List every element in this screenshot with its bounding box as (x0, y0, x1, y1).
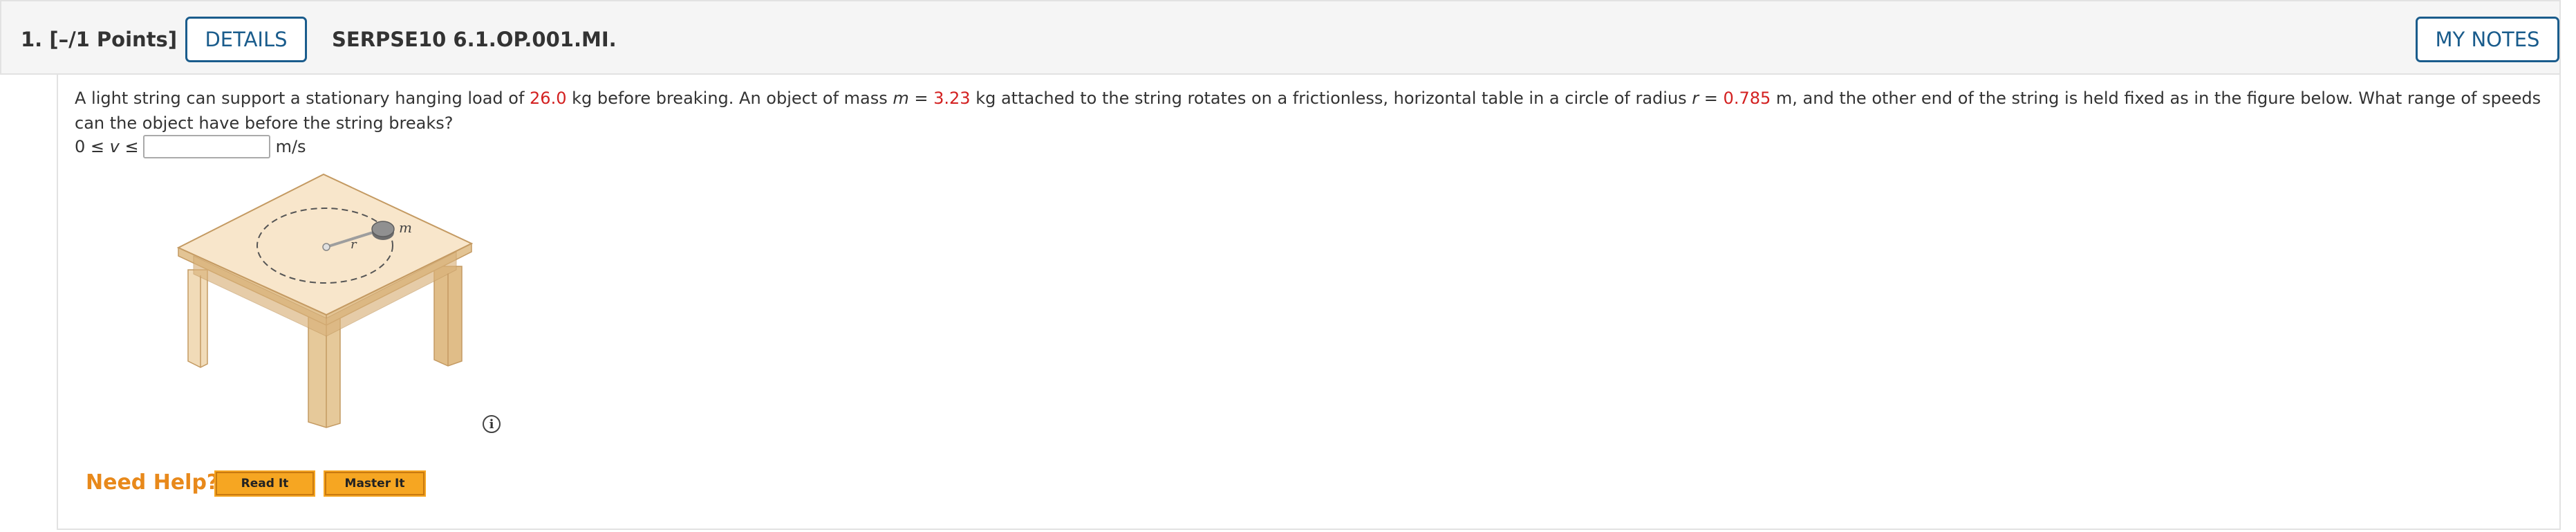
my-notes-button[interactable]: MY NOTES (2416, 17, 2559, 62)
question-number-text: 1. (21, 28, 43, 51)
points-label: [–/1 Points] (49, 28, 178, 51)
radius-symbol: r (1692, 89, 1699, 108)
read-it-button[interactable]: Read It (214, 470, 315, 497)
mass-label: m (399, 219, 412, 236)
question-text-part: = (1699, 89, 1724, 108)
speed-symbol: v (109, 137, 120, 156)
details-button[interactable]: DETAILS (185, 17, 307, 62)
answer-prefix: 0 ≤ (75, 137, 110, 156)
question-text-part: = (908, 89, 934, 108)
info-icon[interactable]: i (483, 415, 501, 433)
unit-label: m/s (275, 137, 306, 156)
table-figure: m r (176, 173, 474, 428)
radius-value: 0.785 (1723, 89, 1771, 108)
question-code: SERPSE10 6.1.OP.001.MI. (332, 28, 617, 51)
answer-row: 0 ≤ v ≤ m/s (75, 135, 306, 158)
mass-symbol: m (893, 89, 909, 108)
question-text-part: A light string can support a stationary … (75, 89, 530, 108)
radius-label: r (351, 237, 357, 252)
question-number: 1. [–/1 Points] (21, 28, 177, 51)
load-value: 26.0 (530, 89, 567, 108)
question-text-part: kg attached to the string rotates on a f… (970, 89, 1692, 108)
answer-prefix-end: ≤ (119, 137, 139, 156)
question-text-part: kg before breaking. An object of mass (566, 89, 893, 108)
need-help-label: Need Help? (86, 470, 219, 495)
question-text: A light string can support a stationary … (75, 86, 2550, 136)
speed-answer-input[interactable] (142, 135, 270, 158)
mass-value: 3.23 (933, 89, 971, 108)
master-it-button[interactable]: Master It (324, 470, 426, 497)
